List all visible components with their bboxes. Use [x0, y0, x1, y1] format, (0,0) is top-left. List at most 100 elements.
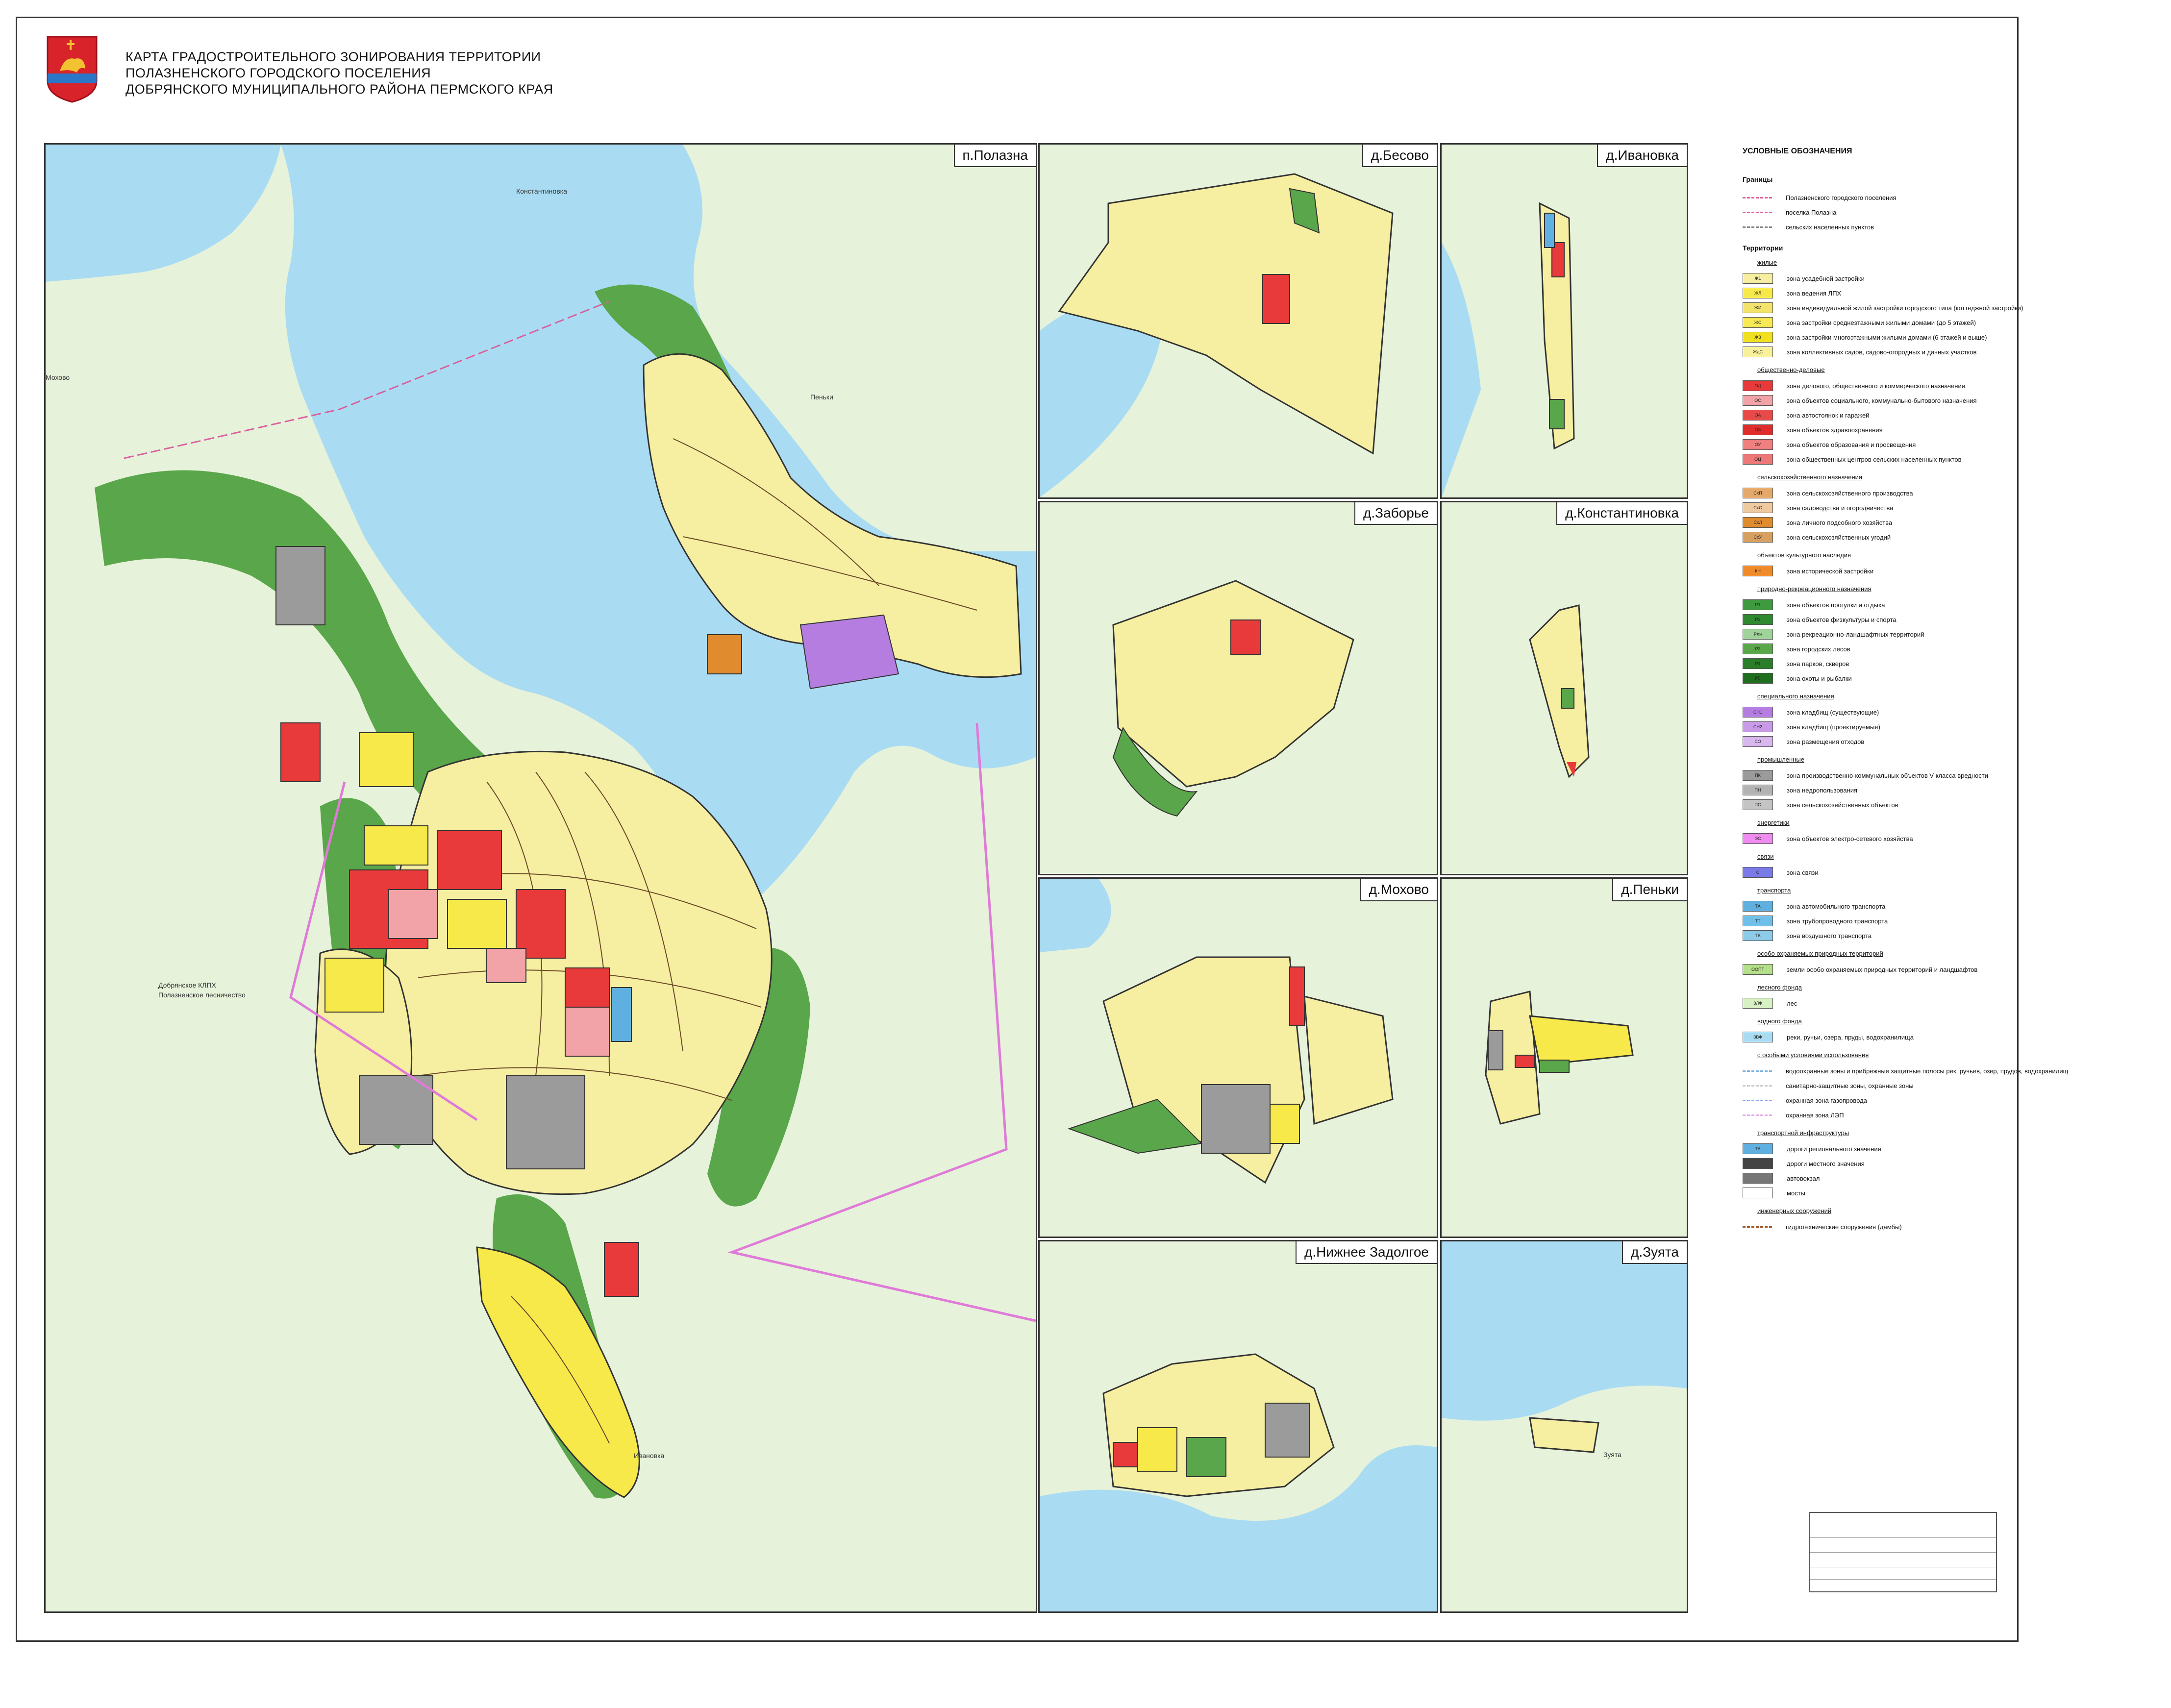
legend-row: СхЛ зона личного подсобного хозяйства [1743, 515, 2115, 530]
legend-group-header: сельскохозяйственного назначения [1757, 473, 1862, 481]
ivanovka-map [1442, 145, 1687, 497]
polazna-map: Константиновка Пеньки Ивановка Мохово До… [46, 145, 1036, 1611]
legend-label: Полазненского городского поселения [1786, 194, 1897, 201]
legend-row: ЖЗ зона застройки многоэтажными жилыми до… [1743, 330, 2115, 345]
legend-swatch: СхЛ [1743, 517, 1773, 528]
legend-label: охранная зона газопровода [1786, 1096, 1867, 1104]
legend-row: ОА зона автостоянок и гаражей [1743, 408, 2115, 422]
legend-label: дороги регионального значения [1787, 1145, 1881, 1153]
label-ivanovka: Ивановка [634, 1452, 665, 1460]
legend-swatch: Ж1 [1743, 273, 1773, 284]
legend-row: СН1 зона кладбищ (существующие) [1743, 705, 2115, 719]
legend-boundaries-header: Границы [1743, 175, 1773, 183]
legend-swatch [1743, 1188, 1773, 1198]
legend-row: ТВ зона воздушного транспорта [1743, 928, 2115, 943]
map-panel-konstantinovka[interactable]: д.Константиновка [1440, 501, 1688, 875]
map-panel-penki[interactable]: д.Пеньки [1440, 877, 1688, 1238]
legend-swatch: ОС [1743, 395, 1773, 406]
map-panel-nizhnee-zadolgoe[interactable]: д.Нижнее Задолгое [1038, 1240, 1438, 1613]
legend-line-swatch [1743, 226, 1772, 228]
map-panel-zuyata[interactable]: д.Зуята Зуята [1440, 1240, 1688, 1613]
legend-territories-header: Территории [1743, 244, 1783, 252]
legend-label: автовокзал [1787, 1174, 1820, 1182]
legend-label: мосты [1787, 1189, 1805, 1197]
legend-row: Р1 зона объектов прогулки и отдыха [1743, 597, 2115, 612]
zabore-map [1040, 502, 1437, 874]
legend-swatch: ОЗ [1743, 424, 1773, 435]
map-panel-besovo[interactable]: д.Бесово [1038, 143, 1438, 499]
legend-row: ТА дороги регионального значения [1743, 1141, 2115, 1156]
legend-label: земли особо охраняемых природных террито… [1787, 965, 1978, 973]
legend-label: зона застройки многоэтажными жилыми дома… [1787, 333, 1987, 341]
legend-row: водоохранные зоны и прибрежные защитные … [1743, 1064, 2115, 1078]
legend-row: ЖИ зона индивидуальной жилой застройки го… [1743, 300, 2115, 315]
legend-swatch: Р5 [1743, 673, 1773, 684]
legend-swatch: КН [1743, 566, 1773, 576]
legend-line-swatch [1743, 1099, 1772, 1101]
map-panel-ivanovka[interactable]: д.Ивановка [1440, 143, 1688, 499]
legend-swatch: ОД [1743, 380, 1773, 391]
label-forestry-1: Добрянское КЛПХ [158, 981, 217, 989]
legend-swatch: Р1 [1743, 599, 1773, 610]
legend-row: ПН зона недропользования [1743, 783, 2115, 797]
legend-label: зона коллективных садов, садово-огородны… [1787, 348, 1977, 356]
legend-label: лес [1787, 999, 1797, 1007]
legend-swatch: СхС [1743, 502, 1773, 513]
legend-swatch: ОУ [1743, 439, 1773, 450]
legend-swatch: ООПТ [1743, 964, 1773, 975]
legend-label: зона личного подсобного хозяйства [1787, 519, 1893, 526]
legend-group-header: водного фонда [1757, 1017, 1802, 1025]
legend-swatch: СН1 [1743, 707, 1773, 718]
legend-row: Р2 зона объектов физкультуры и спорта [1743, 612, 2115, 627]
legend-group-header: общественно-деловые [1757, 366, 1825, 373]
legend-engineering: гидротехнические сооружения (дамбы) [1743, 1219, 2115, 1234]
legend-swatch: Р4 [1743, 658, 1773, 669]
legend-label: зона делового, общественного и коммерчес… [1787, 382, 1965, 390]
legend-row: ЖЛ зона ведения ЛПХ [1743, 286, 2115, 300]
legend-group-header: лесного фонда [1757, 984, 1802, 991]
legend-label: поселка Полазна [1786, 208, 1837, 216]
legend-label: зона общественных центров сельских насел… [1787, 455, 1962, 463]
legend-swatch: ЗЛФ [1743, 998, 1773, 1009]
legend-row: ПК зона производственно-коммунальных объе… [1743, 768, 2115, 783]
map-panel-polazna[interactable]: п.Полазна Константиновка Пеньки Ивановка… [44, 143, 1037, 1613]
legend-boundaries: Полазненского городского поселения поселк… [1743, 190, 2115, 234]
legend-row: ЖдС зона коллективных садов, садово-огоро… [1743, 345, 2115, 359]
legend-label: зона ведения ЛПХ [1787, 289, 1842, 297]
panel-title: п.Полазна [953, 145, 1036, 167]
nizhnee-zadolgoe-map [1040, 1241, 1437, 1611]
legend-label: дороги местного значения [1787, 1160, 1865, 1167]
legend-row: гидротехнические сооружения (дамбы) [1743, 1219, 2115, 1234]
title-block: КАРТА ГРАДОСТРОИТЕЛЬНОГО ЗОНИРОВАНИЯ ТЕР… [45, 34, 584, 118]
penki-map [1442, 879, 1687, 1237]
title-stamp [1809, 1512, 1997, 1592]
legend-row: СхС зона садоводства и огородничества [1743, 500, 2115, 515]
legend-label: зона производственно-коммунальных объект… [1787, 771, 1988, 779]
legend-row: автовокзал [1743, 1171, 2115, 1186]
legend-label: зона объектов образования и просвещения [1787, 441, 1916, 448]
panel-title: д.Зуята [1622, 1241, 1687, 1264]
legend-group-header: связи [1757, 853, 1774, 860]
legend-row: ЖС зона застройки среднеэтажными жилыми д… [1743, 315, 2115, 330]
legend-label: зона кладбищ (проектируемые) [1787, 723, 1880, 731]
map-panel-zabore[interactable]: д.Заборье [1038, 501, 1438, 875]
legend-label: зона связи [1787, 868, 1819, 876]
map-title-line-3: ДОБРЯНСКОГО МУНИЦИПАЛЬНОГО РАЙОНА ПЕРМСК… [125, 82, 553, 97]
label-zuyata: Зуята [1603, 1451, 1622, 1459]
legend-row: ОД зона делового, общественного и коммерч… [1743, 378, 2115, 393]
legend-row: Рлн зона рекреационно-ландшафтных террито… [1743, 627, 2115, 642]
legend-engineering-header: инженерных сооружений [1757, 1207, 1832, 1214]
legend-label: зона кладбищ (существующие) [1787, 708, 1879, 716]
legend-row: Р4 зона парков, скверов [1743, 656, 2115, 671]
map-panel-mokhovo[interactable]: д.Мохово [1038, 877, 1438, 1238]
legend-label: зона объектов социального, коммунально-б… [1787, 396, 1977, 404]
legend-row: Полазненского городского поселения [1743, 190, 2115, 205]
legend-label: водоохранные зоны и прибрежные защитные … [1786, 1067, 2069, 1075]
legend-label: реки, ручьи, озера, пруды, водохранилища [1787, 1033, 1914, 1041]
legend-line-swatch [1743, 1114, 1772, 1116]
legend-swatch: ТА [1743, 1143, 1773, 1154]
panel-title: д.Заборье [1354, 502, 1437, 525]
legend-row: ТТ зона трубопроводного транспорта [1743, 914, 2115, 928]
legend-label: зона воздушного транспорта [1787, 932, 1872, 940]
legend-row: СхУ зона сельскохозяйственных угодий [1743, 530, 2115, 545]
